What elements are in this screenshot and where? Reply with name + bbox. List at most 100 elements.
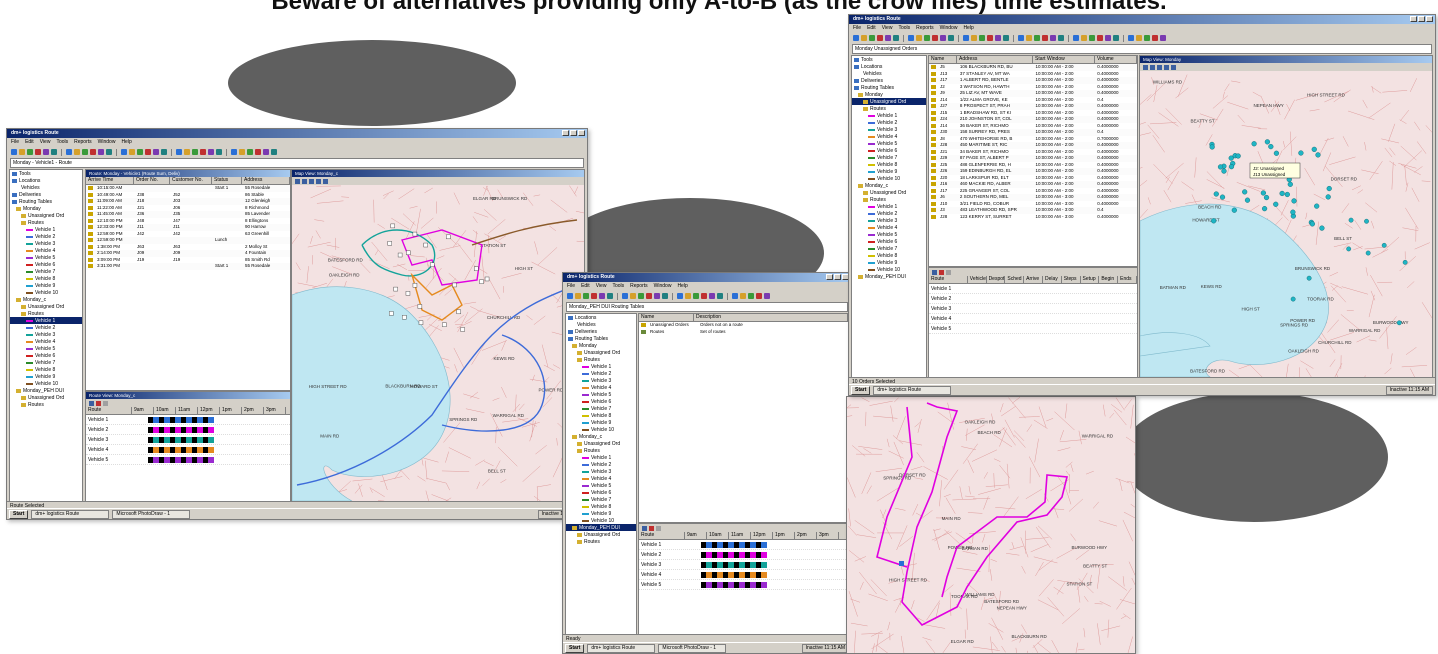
- schedule-row[interactable]: Vehicle 2: [639, 550, 848, 560]
- tree-item[interactable]: Unassigned Ord: [566, 531, 636, 538]
- menu-help[interactable]: Help: [121, 138, 131, 146]
- tree-item[interactable]: Vehicle 6: [566, 489, 636, 496]
- toolbar-button-icon[interactable]: [176, 149, 182, 155]
- tree-item[interactable]: Monday_PEH DUI: [852, 273, 926, 280]
- toolbar-button-icon[interactable]: [247, 149, 253, 155]
- tree-item[interactable]: Routes: [10, 219, 82, 226]
- toolbar-button-icon[interactable]: [701, 293, 707, 299]
- tree-item[interactable]: Vehicle 8: [566, 503, 636, 510]
- column-header[interactable]: 11am: [176, 407, 198, 414]
- taskbar-app-button[interactable]: dm+ logistics Route: [31, 510, 109, 519]
- toolbar-button-icon[interactable]: [90, 149, 96, 155]
- menu-edit[interactable]: Edit: [867, 24, 876, 32]
- tree-item[interactable]: Vehicle 8: [566, 412, 636, 419]
- tree-item[interactable]: Vehicle 7: [10, 359, 82, 366]
- toolbar-button-icon[interactable]: [161, 149, 167, 155]
- tree-item[interactable]: Vehicle 1: [566, 454, 636, 461]
- print-icon[interactable]: [323, 179, 328, 184]
- tree-item[interactable]: Tools: [852, 56, 926, 63]
- toolbar-button-icon[interactable]: [192, 149, 198, 155]
- close-button[interactable]: [578, 130, 585, 136]
- toolbar-button-icon[interactable]: [98, 149, 104, 155]
- toolbar-button-icon[interactable]: [948, 35, 954, 41]
- column-header[interactable]: 1pm: [773, 532, 795, 539]
- column-header[interactable]: 3pm: [264, 407, 286, 414]
- toolbar-button-icon[interactable]: [995, 35, 1001, 41]
- tree-item[interactable]: Monday: [10, 205, 82, 212]
- tree-item[interactable]: Monday_c: [566, 433, 636, 440]
- tree-item[interactable]: Vehicle 4: [10, 247, 82, 254]
- schedule-row[interactable]: Vehicle 4: [86, 445, 290, 455]
- tree-item[interactable]: Monday_PEH DUI: [10, 387, 82, 394]
- measure-icon[interactable]: [1164, 65, 1169, 70]
- toolbar-button-icon[interactable]: [599, 293, 605, 299]
- tool-icon[interactable]: [932, 270, 937, 275]
- column-header[interactable]: Address: [957, 56, 1033, 63]
- schedule-row[interactable]: Vehicle 3: [639, 560, 848, 570]
- menu-help[interactable]: Help: [677, 282, 687, 290]
- toolbar-button-icon[interactable]: [129, 149, 135, 155]
- toolbar-button-icon[interactable]: [940, 35, 946, 41]
- close-button[interactable]: [1426, 16, 1433, 22]
- tree-item[interactable]: Vehicle 5: [566, 482, 636, 489]
- schedule-bar[interactable]: [701, 542, 767, 548]
- taskbar-photodraw-button[interactable]: Microsoft PhotoDraw - 1: [112, 510, 190, 519]
- tree-item[interactable]: Vehicle 3: [566, 468, 636, 475]
- schedule-bar[interactable]: [148, 427, 214, 433]
- start-button[interactable]: Start: [565, 644, 584, 653]
- toolbar-button-icon[interactable]: [575, 293, 581, 299]
- toolbar-button-icon[interactable]: [1081, 35, 1087, 41]
- schedule-bar[interactable]: [148, 457, 214, 463]
- toolbar-button-icon[interactable]: [685, 293, 691, 299]
- schedule-row[interactable]: Vehicle 2: [86, 425, 290, 435]
- schedule-bar[interactable]: [148, 417, 214, 423]
- toolbar-button-icon[interactable]: [764, 293, 770, 299]
- menu-reports[interactable]: Reports: [630, 282, 648, 290]
- column-header[interactable]: Name: [639, 314, 694, 321]
- pan-icon[interactable]: [302, 179, 307, 184]
- toolbar-button-icon[interactable]: [748, 293, 754, 299]
- toolbar-button-icon[interactable]: [216, 149, 222, 155]
- toolbar-button-icon[interactable]: [255, 149, 261, 155]
- toolbar-button-icon[interactable]: [1152, 35, 1158, 41]
- tree-item[interactable]: Vehicle 10: [852, 266, 926, 273]
- tree-item[interactable]: Unassigned Ord: [10, 212, 82, 219]
- tree-item[interactable]: Unassigned Ord: [852, 189, 926, 196]
- maximize-button[interactable]: [834, 274, 841, 280]
- column-header[interactable]: 9am: [685, 532, 707, 539]
- tree-item[interactable]: Vehicle 3: [10, 240, 82, 247]
- tree-item[interactable]: Monday: [566, 342, 636, 349]
- tree-item[interactable]: Vehicle 6: [10, 352, 82, 359]
- select-icon[interactable]: [1157, 65, 1162, 70]
- toolbar-button-icon[interactable]: [11, 149, 17, 155]
- toolbar-button-icon[interactable]: [184, 149, 190, 155]
- menu-file[interactable]: File: [567, 282, 575, 290]
- column-header[interactable]: Status: [212, 177, 242, 184]
- tree-item[interactable]: Routes: [10, 310, 82, 317]
- print-icon[interactable]: [1171, 65, 1176, 70]
- tree-item[interactable]: Deliveries: [852, 77, 926, 84]
- toolbar-button-icon[interactable]: [121, 149, 127, 155]
- menu-view[interactable]: View: [882, 24, 893, 32]
- tree-item[interactable]: Vehicle 10: [10, 289, 82, 296]
- tree-item[interactable]: Unassigned Ord: [10, 303, 82, 310]
- toolbar-button-icon[interactable]: [106, 149, 112, 155]
- schedule-row[interactable]: Vehicle 3: [86, 435, 290, 445]
- tree-item[interactable]: Vehicle 1: [10, 317, 82, 324]
- tree-item[interactable]: Routes: [852, 105, 926, 112]
- menu-window[interactable]: Window: [940, 24, 958, 32]
- start-button[interactable]: Start: [9, 510, 28, 519]
- column-header[interactable]: Name: [929, 56, 957, 63]
- tree-item[interactable]: Unassigned Ord: [10, 394, 82, 401]
- toolbar-button-icon[interactable]: [1050, 35, 1056, 41]
- tree-item[interactable]: Locations: [852, 63, 926, 70]
- zoom-icon[interactable]: [1143, 65, 1148, 70]
- column-header[interactable]: Address: [242, 177, 290, 184]
- tree-item[interactable]: Vehicle 7: [566, 405, 636, 412]
- tool-icon[interactable]: [946, 270, 951, 275]
- toolbar-button-icon[interactable]: [979, 35, 985, 41]
- menu-file[interactable]: File: [11, 138, 19, 146]
- tree-item[interactable]: Vehicle 2: [566, 370, 636, 377]
- toolbar-button-icon[interactable]: [893, 35, 899, 41]
- toolbar-button-icon[interactable]: [1034, 35, 1040, 41]
